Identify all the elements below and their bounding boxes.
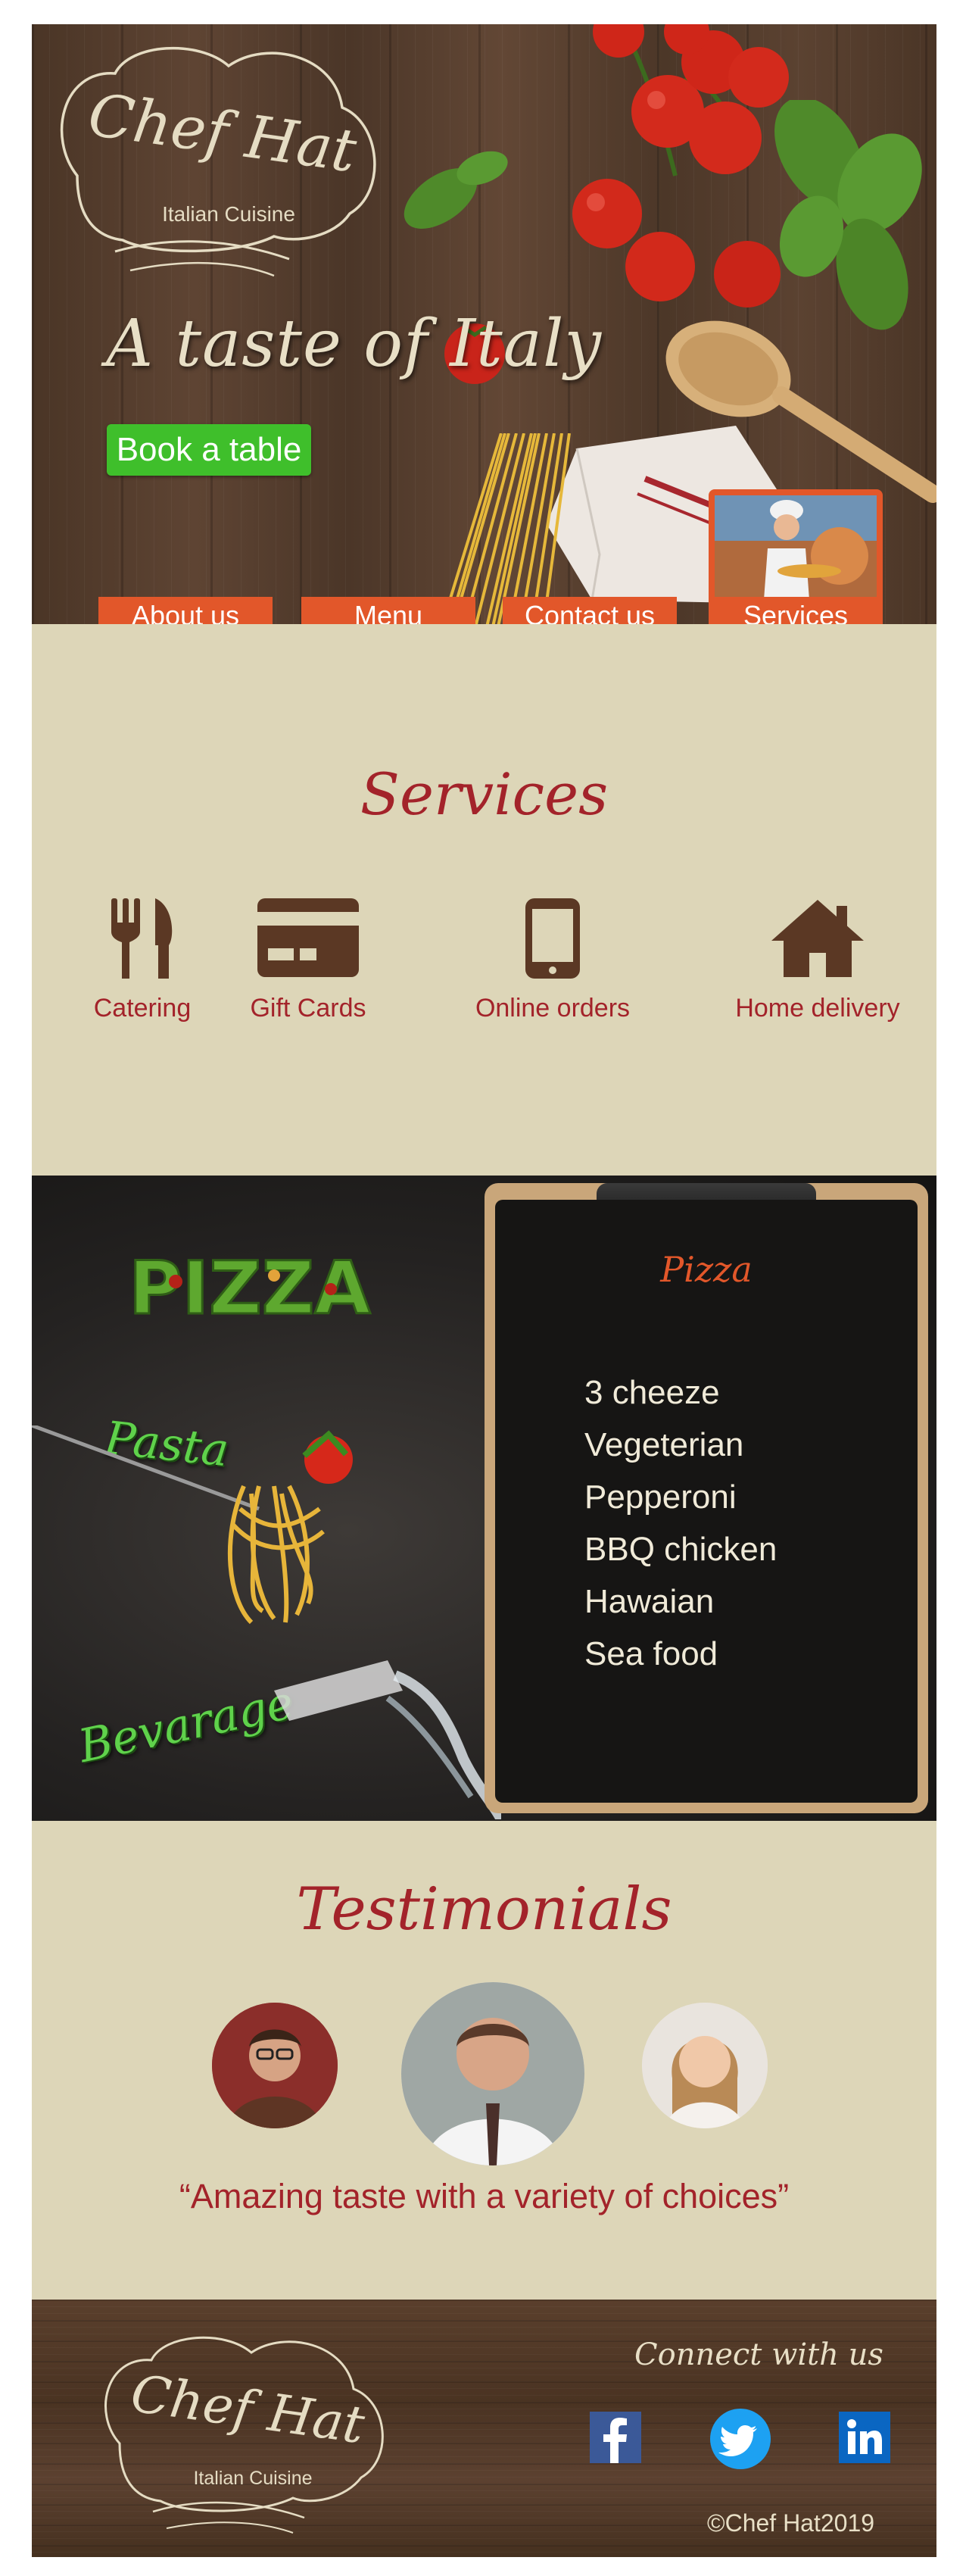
footer-brand-subtitle: Italian Cuisine [193,2468,312,2489]
avatar-reviewer-3[interactable] [642,2003,768,2128]
nav-contact-us[interactable]: Contact us [503,597,677,624]
pizza-item[interactable]: BBQ chicken [584,1523,777,1575]
avatar-reviewer-2[interactable] [401,1982,584,2165]
chef-hat-logo[interactable]: Chef Hat Italian Cuisine [47,39,380,289]
copyright-text: ©Chef Hat2019 [707,2509,875,2537]
facebook-link[interactable] [590,2412,641,2467]
nav-menu[interactable]: Menu [301,597,475,624]
mobile-phone-icon [525,898,580,979]
linkedin-link[interactable] [839,2412,890,2467]
brand-subtitle: Italian Cuisine [162,202,295,226]
service-label: Gift Cards [250,994,366,1023]
testimonial-quote: “Amazing taste with a variety of choices… [179,2177,790,2215]
service-online-orders[interactable]: Online orders [462,898,643,1023]
service-label: Home delivery [735,994,900,1023]
hero-tagline: A taste of Italy [106,306,603,382]
basil-leaves-image [774,100,922,330]
pizza-item[interactable]: Hawaian [584,1575,777,1628]
twitter-icon [710,2409,771,2469]
connect-heading: Connect with us [634,2337,883,2372]
clipboard-board: Pizza 3 cheeze Vegeterian Pepperoni BBQ … [495,1200,918,1803]
house-icon [771,900,864,977]
service-home-delivery[interactable]: Home delivery [719,898,916,1023]
footer-brand-name: Chef Hat [127,2364,369,2456]
book-table-button[interactable]: Book a table [107,424,311,476]
board-title: Pizza [660,1249,753,1290]
twitter-link[interactable] [710,2409,771,2473]
fork-knife-icon [111,898,173,979]
pizza-item[interactable]: 3 cheeze [584,1366,777,1419]
testimonials-title: Testimonials [296,1875,672,1944]
nav-about-us[interactable]: About us [98,597,273,624]
nav-services[interactable]: Services [709,597,883,624]
pizza-category-art[interactable]: PIZZA [123,1236,380,1335]
services-title: Services [360,760,609,828]
pizza-item[interactable]: Pepperoni [584,1471,777,1523]
linkedin-icon [839,2412,890,2463]
avatar-reviewer-1[interactable] [212,2003,338,2128]
pizza-item[interactable]: Vegeterian [584,1419,777,1471]
page: Chef Hat Italian Cuisine A taste of Ital… [32,24,936,2557]
beverage-category-label[interactable]: Bevarage [74,1676,298,1773]
brand-name: Chef Hat [84,81,360,186]
footer-chef-hat-logo[interactable]: Chef Hat Italian Cuisine [92,2330,388,2542]
facebook-icon [590,2412,641,2463]
basil-leaf-image [404,151,508,229]
menu-clipboard: Pizza 3 cheeze Vegeterian Pepperoni BBQ … [485,1183,928,1813]
footer: Chef Hat Italian Cuisine Connect with us [32,2300,936,2557]
pizza-item[interactable]: Sea food [584,1628,777,1680]
service-label: Catering [93,994,192,1023]
hero-section: Chef Hat Italian Cuisine A taste of Ital… [32,24,936,624]
service-gift-cards[interactable]: Gift Cards [232,898,384,1023]
gift-card-icon [257,898,359,977]
services-section: Services Catering Gift Cards Online orde… [32,624,936,1176]
pasta-fork-image [32,1425,353,1625]
service-catering[interactable]: Catering [67,898,218,1023]
service-label: Online orders [475,994,631,1023]
testimonials-section: Testimonials “Amazing taste with a varie… [32,1821,936,2300]
main-nav: About us Menu Contact us Services [32,597,936,624]
menu-section: PIZZA Pasta Bevarage Pizza 3 cheeze Vege… [32,1176,936,1821]
spaghetti-bundle-image [441,433,571,624]
water-splash-image [274,1660,501,1819]
pizza-list: 3 cheeze Vegeterian Pepperoni BBQ chicke… [584,1366,777,1680]
chef-photo [715,495,877,600]
